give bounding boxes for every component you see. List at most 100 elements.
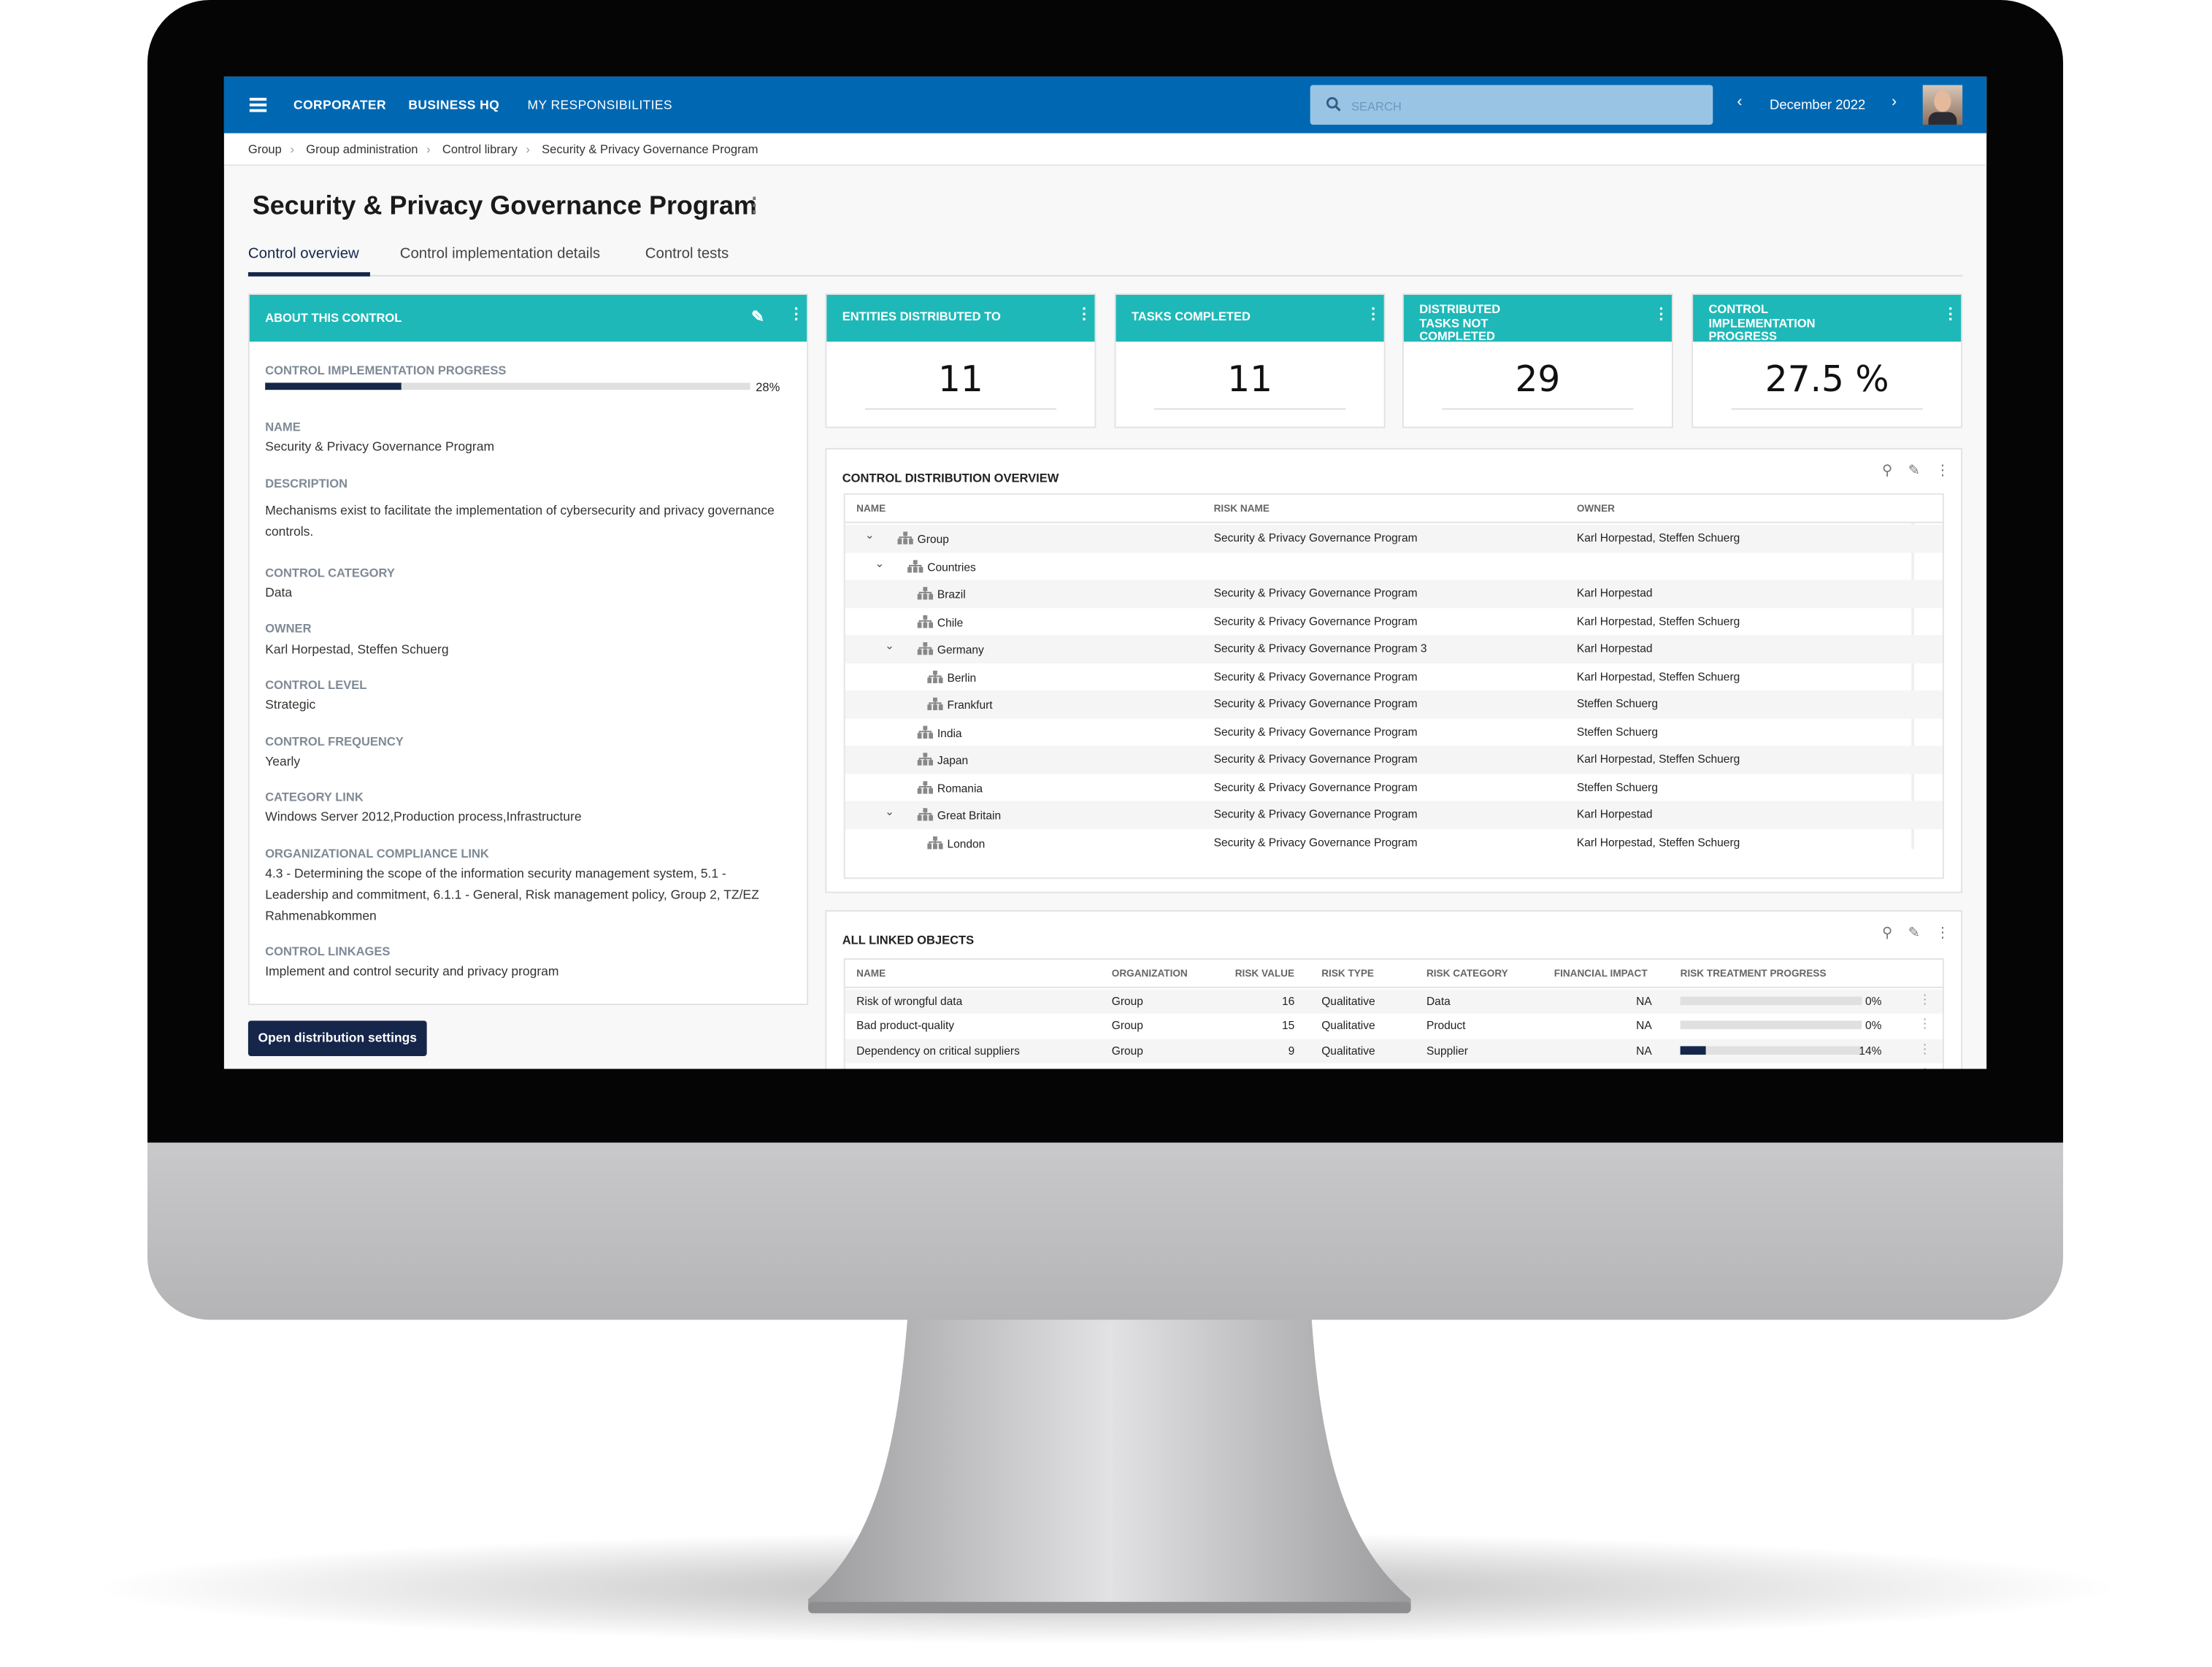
search-placeholder: SEARCH bbox=[1351, 99, 1402, 114]
logo[interactable]: CORPORATER bbox=[293, 98, 386, 112]
org-tree-icon bbox=[927, 669, 943, 683]
entity-name: Japan bbox=[937, 754, 969, 767]
table-row[interactable]: Bad product-quality Group 15 Qualitative Pro… bbox=[845, 1014, 1943, 1039]
table-row[interactable]: Romania Security & Privacy Governance Pro… bbox=[845, 774, 1943, 801]
field-value: Yearly bbox=[265, 754, 301, 769]
more-vertical-icon[interactable]: ⋮ bbox=[1919, 1042, 1931, 1057]
open-distribution-settings-button[interactable]: Open distribution settings bbox=[247, 1020, 427, 1057]
field-label: CONTROL LINKAGES bbox=[265, 944, 391, 958]
period-label[interactable]: December 2022 bbox=[1770, 98, 1865, 113]
owner: Steffen Schuerg bbox=[1576, 725, 1659, 738]
table-row[interactable]: London Security & Privacy Governance Prog… bbox=[845, 828, 1943, 856]
breadcrumb-item[interactable]: Control library bbox=[442, 142, 518, 155]
org-tree-icon bbox=[917, 725, 934, 738]
edit-icon[interactable]: ✎ bbox=[1908, 925, 1920, 941]
table-row[interactable]: Frankfurt Security & Privacy Governance P… bbox=[845, 690, 1943, 718]
chevron-down-icon[interactable]: ⌄ bbox=[885, 805, 894, 817]
risk-type: Qualitative bbox=[1321, 1044, 1375, 1058]
risk-value: 9 bbox=[1288, 1044, 1295, 1058]
panel-title: ABOUT THIS CONTROL bbox=[265, 310, 402, 325]
kpi-value: 29 bbox=[1515, 358, 1561, 400]
field-value: Data bbox=[265, 585, 293, 600]
tab-control-overview[interactable]: Control overview bbox=[248, 245, 359, 262]
table-row[interactable]: ⌄ Germany Security & Privacy Governance Pr… bbox=[845, 635, 1943, 663]
chevron-right-icon: › bbox=[426, 142, 431, 156]
search-input[interactable]: SEARCH bbox=[1310, 85, 1713, 125]
breadcrumb-item[interactable]: Group bbox=[248, 142, 282, 155]
chevron-left-icon[interactable]: ‹ bbox=[1737, 93, 1742, 110]
edit-icon[interactable]: ✎ bbox=[1908, 463, 1920, 479]
more-vertical-icon[interactable]: ⋮ bbox=[1935, 925, 1949, 941]
progress-value: 14% bbox=[1859, 1044, 1882, 1058]
table-row[interactable]: ⌄ Countries bbox=[845, 553, 1943, 580]
progress-label: CONTROL IMPLEMENTATION PROGRESS bbox=[265, 363, 507, 377]
field-label: NAME bbox=[265, 419, 301, 434]
divider bbox=[864, 408, 1057, 410]
search-icon[interactable]: ⚲ bbox=[1882, 925, 1892, 941]
chevron-down-icon[interactable]: ⌄ bbox=[865, 528, 875, 541]
tab-control-tests[interactable]: Control tests bbox=[645, 245, 729, 262]
breadcrumb-item[interactable]: Group administration bbox=[306, 142, 418, 155]
risk-value: 15 bbox=[1282, 1020, 1295, 1033]
avatar[interactable] bbox=[1922, 85, 1963, 125]
more-vertical-icon[interactable]: ⋮ bbox=[745, 193, 764, 217]
risk-type: Qualitative bbox=[1321, 1020, 1375, 1033]
chevron-down-icon[interactable]: ⌄ bbox=[875, 556, 884, 569]
org-tree-icon bbox=[927, 697, 943, 711]
table-row[interactable]: ⌄ Great Britain Security & Privacy Governa… bbox=[845, 801, 1943, 829]
chevron-right-icon[interactable]: › bbox=[1892, 93, 1897, 110]
more-vertical-icon[interactable]: ⋮ bbox=[1919, 1017, 1931, 1032]
table-row[interactable]: Berlin Security & Privacy Governance Prog… bbox=[845, 663, 1943, 690]
table-row[interactable]: Credit risk of 3rd partyGroup8Qualitativ… bbox=[845, 1063, 1943, 1069]
column-header: RISK VALUE bbox=[1234, 969, 1295, 980]
financial-impact: NA bbox=[1636, 1020, 1652, 1033]
tab-control-implementation-details[interactable]: Control implementation details bbox=[400, 245, 600, 262]
table-row[interactable]: Dependency on critical suppliers Group 9 Qu… bbox=[845, 1038, 1943, 1063]
table-row[interactable]: ⌄ Group Security & Privacy Governance Prog… bbox=[845, 524, 1943, 553]
org-tree-icon bbox=[917, 780, 934, 793]
entity-name: Brazil bbox=[937, 588, 966, 601]
risk-name: Security & Privacy Governance Program 3 bbox=[1213, 642, 1427, 655]
more-vertical-icon[interactable]: ⋮ bbox=[788, 307, 804, 323]
nav-business-hq[interactable]: BUSINESS HQ bbox=[408, 98, 499, 112]
field-value: Windows Server 2012,Production process,I… bbox=[265, 809, 582, 824]
table-row[interactable]: Japan Security & Privacy Governance Progr… bbox=[845, 745, 1943, 774]
about-control-panel: ABOUT THIS CONTROL ✎ ⋮ CONTROL IMPLEMENT… bbox=[247, 293, 809, 1006]
owner: Karl Horpestad, Steffen Schuerg bbox=[1576, 614, 1740, 628]
table-row[interactable]: Risk of wrongful data Group 16 Qualitative D… bbox=[845, 989, 1943, 1015]
more-vertical-icon[interactable]: ⋮ bbox=[1365, 307, 1380, 323]
hamburger-icon[interactable] bbox=[249, 98, 267, 112]
organization: Group bbox=[1111, 1020, 1143, 1033]
nav-my-responsibilities[interactable]: MY RESPONSIBILITIES bbox=[528, 98, 672, 112]
edit-icon[interactable]: ✎ bbox=[751, 307, 764, 326]
column-header: RISK TYPE bbox=[1321, 969, 1374, 980]
more-vertical-icon[interactable]: ⋮ bbox=[1919, 993, 1931, 1008]
more-vertical-icon[interactable]: ⋮ bbox=[1654, 307, 1669, 323]
field-value: Strategic bbox=[265, 697, 316, 712]
field-label: DESCRIPTION bbox=[265, 476, 348, 491]
chevron-down-icon[interactable]: ⌄ bbox=[885, 639, 894, 652]
active-tab-indicator bbox=[247, 272, 370, 276]
owner: Karl Horpestad bbox=[1576, 587, 1653, 600]
column-header: RISK CATEGORY bbox=[1426, 969, 1508, 980]
more-vertical-icon[interactable]: ⋮ bbox=[1919, 1066, 1931, 1069]
column-header: RISK TREATMENT PROGRESS bbox=[1680, 969, 1827, 980]
more-vertical-icon[interactable]: ⋮ bbox=[1935, 463, 1949, 479]
table-row[interactable]: Chile Security & Privacy Governance Progr… bbox=[845, 607, 1943, 635]
search-icon[interactable]: ⚲ bbox=[1882, 463, 1892, 479]
org-tree-icon bbox=[897, 531, 913, 544]
more-vertical-icon[interactable]: ⋮ bbox=[1943, 307, 1958, 323]
distribution-table: NAME RISK NAME OWNER ⌄ Group Security & Pr… bbox=[843, 493, 1944, 879]
column-header: NAME bbox=[856, 969, 886, 980]
table-row[interactable]: India Security & Privacy Governance Progr… bbox=[845, 718, 1943, 746]
field-value: 4.3 - Determining the scope of the infor… bbox=[265, 866, 759, 923]
entity-name: Chile bbox=[937, 615, 964, 629]
risk-type: Qualitative bbox=[1321, 995, 1375, 1008]
more-vertical-icon[interactable]: ⋮ bbox=[1076, 307, 1091, 323]
app-screen: CORPORATER BUSINESS HQ MY RESPONSIBILITI… bbox=[223, 76, 1987, 1069]
risk-name: Security & Privacy Governance Program bbox=[1213, 587, 1418, 600]
risk-name: Security & Privacy Governance Program bbox=[1213, 752, 1418, 766]
breadcrumb-item: Security & Privacy Governance Program bbox=[542, 142, 759, 156]
table-row[interactable]: Brazil Security & Privacy Governance Prog… bbox=[845, 580, 1943, 608]
panel-title: ALL LINKED OBJECTS bbox=[842, 933, 975, 947]
